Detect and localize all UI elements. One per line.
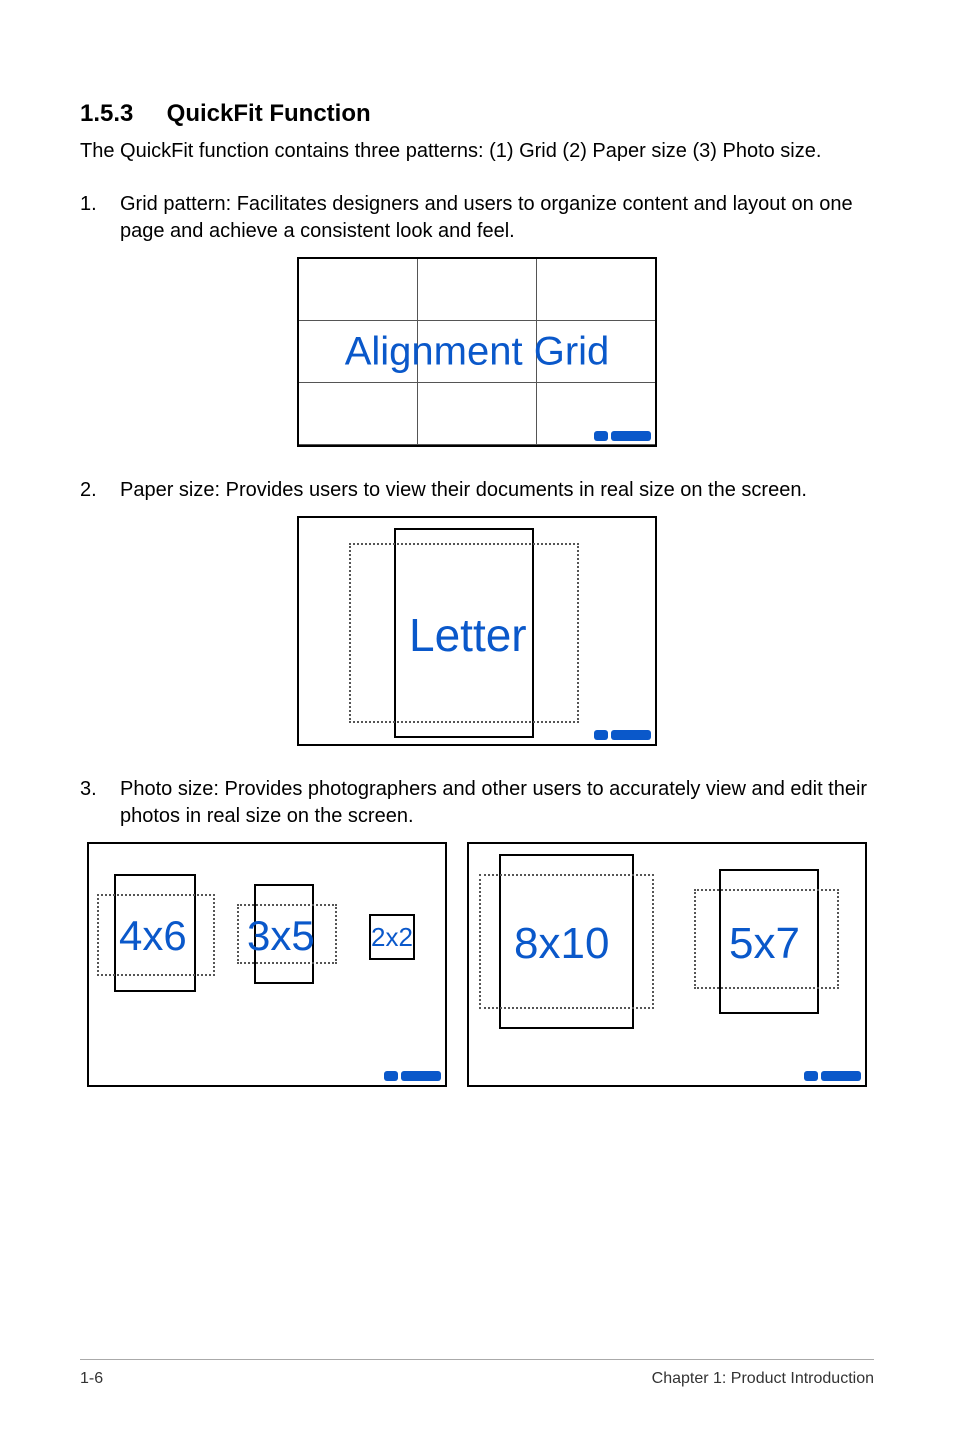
page-container: 1.5.3 QuickFit Function The QuickFit fun… xyxy=(0,0,954,1438)
osd-badge xyxy=(384,1071,441,1081)
photo-2x2-label: 2x2 xyxy=(371,922,413,953)
list-item-text: Grid pattern: Facilitates designers and … xyxy=(120,191,874,245)
heading-title: QuickFit Function xyxy=(167,100,371,127)
osd-badge xyxy=(594,730,651,740)
osd-badge xyxy=(594,431,651,441)
figure-2-label: Letter xyxy=(409,608,527,662)
grid-cell xyxy=(299,383,418,445)
list-item-number: 3. xyxy=(80,776,120,830)
grid-cell xyxy=(418,383,537,445)
figure-photo-row: 4x6 3x5 2x2 8x10 5x7 xyxy=(80,842,874,1087)
heading-number: 1.5.3 xyxy=(80,100,160,128)
figure-1-label: Alignment Grid xyxy=(345,330,610,375)
grid-cell xyxy=(537,259,655,321)
figure-photo-large: 8x10 5x7 xyxy=(467,842,867,1087)
photo-3x5-label: 3x5 xyxy=(247,912,315,960)
figure-2-wrap: Letter xyxy=(80,516,874,746)
photo-8x10-label: 8x10 xyxy=(514,919,609,969)
figure-1-wrap: Alignment Grid xyxy=(80,257,874,447)
grid-cell xyxy=(299,259,418,321)
list-item: 3. Photo size: Provides photographers an… xyxy=(80,776,874,830)
intro-text: The QuickFit function contains three pat… xyxy=(80,138,874,165)
list-item-text: Paper size: Provides users to view their… xyxy=(120,477,874,504)
list-item-text: Photo size: Provides photographers and o… xyxy=(120,776,874,830)
section-heading: 1.5.3 QuickFit Function xyxy=(80,100,874,128)
page-number: 1-6 xyxy=(80,1370,103,1388)
page-footer: 1-6 Chapter 1: Product Introduction xyxy=(80,1359,874,1388)
list-item: 1. Grid pattern: Facilitates designers a… xyxy=(80,191,874,245)
figure-alignment-grid: Alignment Grid xyxy=(297,257,657,447)
figure-letter: Letter xyxy=(297,516,657,746)
osd-badge xyxy=(804,1071,861,1081)
chapter-title: Chapter 1: Product Introduction xyxy=(652,1370,874,1388)
list-item-number: 1. xyxy=(80,191,120,245)
photo-5x7-label: 5x7 xyxy=(729,919,800,969)
photo-4x6-label: 4x6 xyxy=(119,912,187,960)
list-item: 2. Paper size: Provides users to view th… xyxy=(80,477,874,504)
grid-cell xyxy=(418,259,537,321)
list-item-number: 2. xyxy=(80,477,120,504)
figure-photo-small: 4x6 3x5 2x2 xyxy=(87,842,447,1087)
